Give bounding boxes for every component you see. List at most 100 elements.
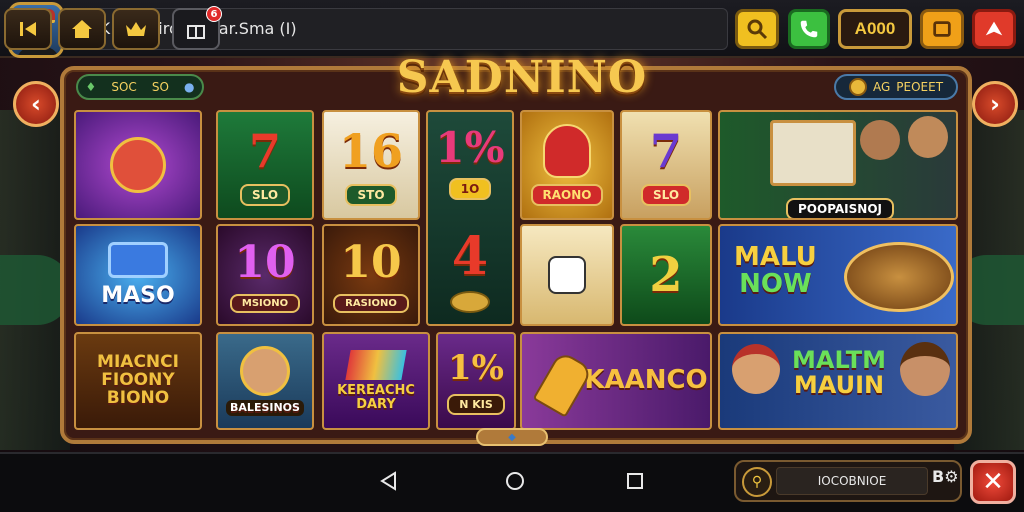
game-tile-raono[interactable]: RAONO: [520, 110, 614, 220]
tile-tag: RASIONO: [333, 294, 409, 313]
tile-label: MIACNCI FIOONY BIONO: [97, 352, 179, 408]
tile-number: 16: [338, 124, 403, 178]
home-button[interactable]: [58, 8, 106, 50]
game-tile-dealers[interactable]: POOPAISNOJ: [718, 110, 958, 220]
recents-square-icon: [627, 473, 643, 489]
chevron-left-icon: ‹: [31, 90, 41, 118]
chevron-right-icon: ›: [990, 90, 1000, 118]
game-tile-16[interactable]: 16 STO: [322, 110, 420, 220]
home-nav-button[interactable]: [500, 466, 530, 496]
tile-number: 7: [649, 124, 682, 178]
skip-back-icon: [20, 22, 36, 36]
previous-page-button[interactable]: ‹: [13, 81, 59, 127]
casino-logo: SADNINO: [396, 52, 648, 103]
coins-balance[interactable]: A000: [838, 9, 912, 49]
stats-pill-left[interactable]: ♦ SOC SO ●: [76, 74, 204, 100]
tile-number: 2: [649, 247, 683, 303]
home-icon: [72, 20, 92, 38]
game-tile-maso[interactable]: MASO: [74, 224, 202, 326]
tile-number: 10: [234, 237, 296, 288]
treasure-shape: [108, 242, 168, 279]
gift-button[interactable]: 6: [172, 6, 222, 50]
recents-nav-button[interactable]: [620, 466, 650, 496]
skip-back-button[interactable]: [4, 8, 52, 50]
game-tile-kaanco[interactable]: KAANCO: [520, 332, 712, 430]
tile-number: 10: [340, 237, 402, 288]
tile-number: 7: [248, 124, 281, 178]
notification-badge: 6: [206, 6, 222, 22]
close-icon: ✕: [982, 467, 1004, 497]
gift-icon: [187, 25, 205, 39]
game-tile-jester[interactable]: [74, 110, 202, 220]
person-shape: [908, 116, 948, 158]
bottom-search[interactable]: ⚲ IOCOBNIOE B⚙: [734, 460, 962, 502]
game-tile-maltm[interactable]: MALTM MAUIN: [718, 332, 958, 430]
tile-number: 1%: [435, 123, 505, 172]
dealer-shape: [900, 342, 950, 396]
next-page-button[interactable]: ›: [972, 81, 1018, 127]
game-tile-percent[interactable]: 1% 1O 4: [426, 110, 514, 326]
tile-tag: N KIS: [447, 393, 505, 415]
square-icon: [933, 21, 951, 37]
character-shape: [543, 124, 591, 178]
game-tile-10-purple[interactable]: 10 MSIONO: [216, 224, 314, 326]
search-icon: [747, 19, 768, 40]
coin-icon: [848, 78, 867, 96]
search-button[interactable]: [735, 9, 779, 49]
square-button[interactable]: [920, 9, 964, 49]
title-bar[interactable]: APK Innosiro. (Aclar.Sma (I): [68, 8, 728, 50]
side-label: B: [932, 467, 945, 486]
game-tile-7-gold[interactable]: 7 SLO: [620, 110, 712, 220]
tile-label: MASO: [101, 283, 175, 309]
search-input[interactable]: IOCOBNIOE: [776, 467, 928, 495]
coin-icon: [450, 291, 490, 313]
portrait-shape: [240, 346, 290, 397]
tile-label: MALTM: [792, 346, 887, 374]
game-tile-malu-now[interactable]: MALU NOW: [718, 224, 958, 326]
game-tile-2[interactable]: 2: [620, 224, 712, 326]
tile-tag: POOPAISNOJ: [786, 198, 894, 218]
tile-number: 1%: [448, 347, 504, 388]
page-indicator[interactable]: ◆: [476, 428, 548, 446]
phone-button[interactable]: [788, 9, 830, 49]
crown-button[interactable]: [112, 8, 160, 50]
malu-title: MALU NOW: [734, 243, 817, 300]
tile-tag: SLO: [239, 184, 291, 206]
tile-label: NOW: [739, 269, 812, 300]
stats-pill-right[interactable]: AG PEOEET: [834, 74, 958, 100]
search-icon: ⚲: [742, 467, 772, 497]
roulette-shape: [844, 242, 954, 312]
diamond-icon: ◆: [508, 431, 516, 443]
game-tile-7-green[interactable]: 7 SLO: [216, 110, 314, 220]
bat-shape: [532, 350, 594, 418]
stat-right-a: AG: [872, 80, 891, 94]
slot-machine-shape: [770, 120, 856, 186]
tile-label: MAUIN: [793, 371, 885, 400]
game-tile-kereachc[interactable]: KEREACHC DARY: [322, 332, 430, 430]
game-tile-dice[interactable]: [520, 224, 614, 326]
tile-number: 4: [451, 226, 489, 287]
up-button[interactable]: [972, 9, 1016, 49]
stat-left-a: SOC: [111, 80, 137, 94]
tile-tag: 1O: [448, 178, 492, 200]
gift-shape: [345, 350, 407, 381]
game-tile-miacnci[interactable]: MIACNCI FIOONY BIONO: [74, 332, 202, 430]
tile-label: BALESINOS: [226, 400, 304, 416]
game-tile-percent-small[interactable]: 1% N KIS: [436, 332, 516, 430]
person-shape: [860, 120, 900, 160]
tile-tag: STO: [345, 184, 397, 206]
settings-area[interactable]: B⚙: [932, 467, 959, 486]
tile-label: KAANCO: [584, 365, 708, 396]
crown-icon: [126, 22, 146, 36]
stat-left-b: SO: [151, 80, 169, 94]
gear-icon: ⚙: [944, 467, 959, 486]
back-nav-button[interactable]: [374, 466, 404, 496]
close-button[interactable]: ✕: [970, 460, 1016, 504]
game-tile-balesinos[interactable]: BALESINOS: [216, 332, 314, 430]
game-tile-10-red[interactable]: 10 RASIONO: [322, 224, 420, 326]
up-arrow-icon: [985, 21, 1003, 36]
home-circle-icon: [506, 472, 524, 490]
tile-tag: SLO: [640, 184, 692, 206]
back-triangle-icon: [380, 471, 396, 491]
dice-shape: [548, 256, 586, 294]
